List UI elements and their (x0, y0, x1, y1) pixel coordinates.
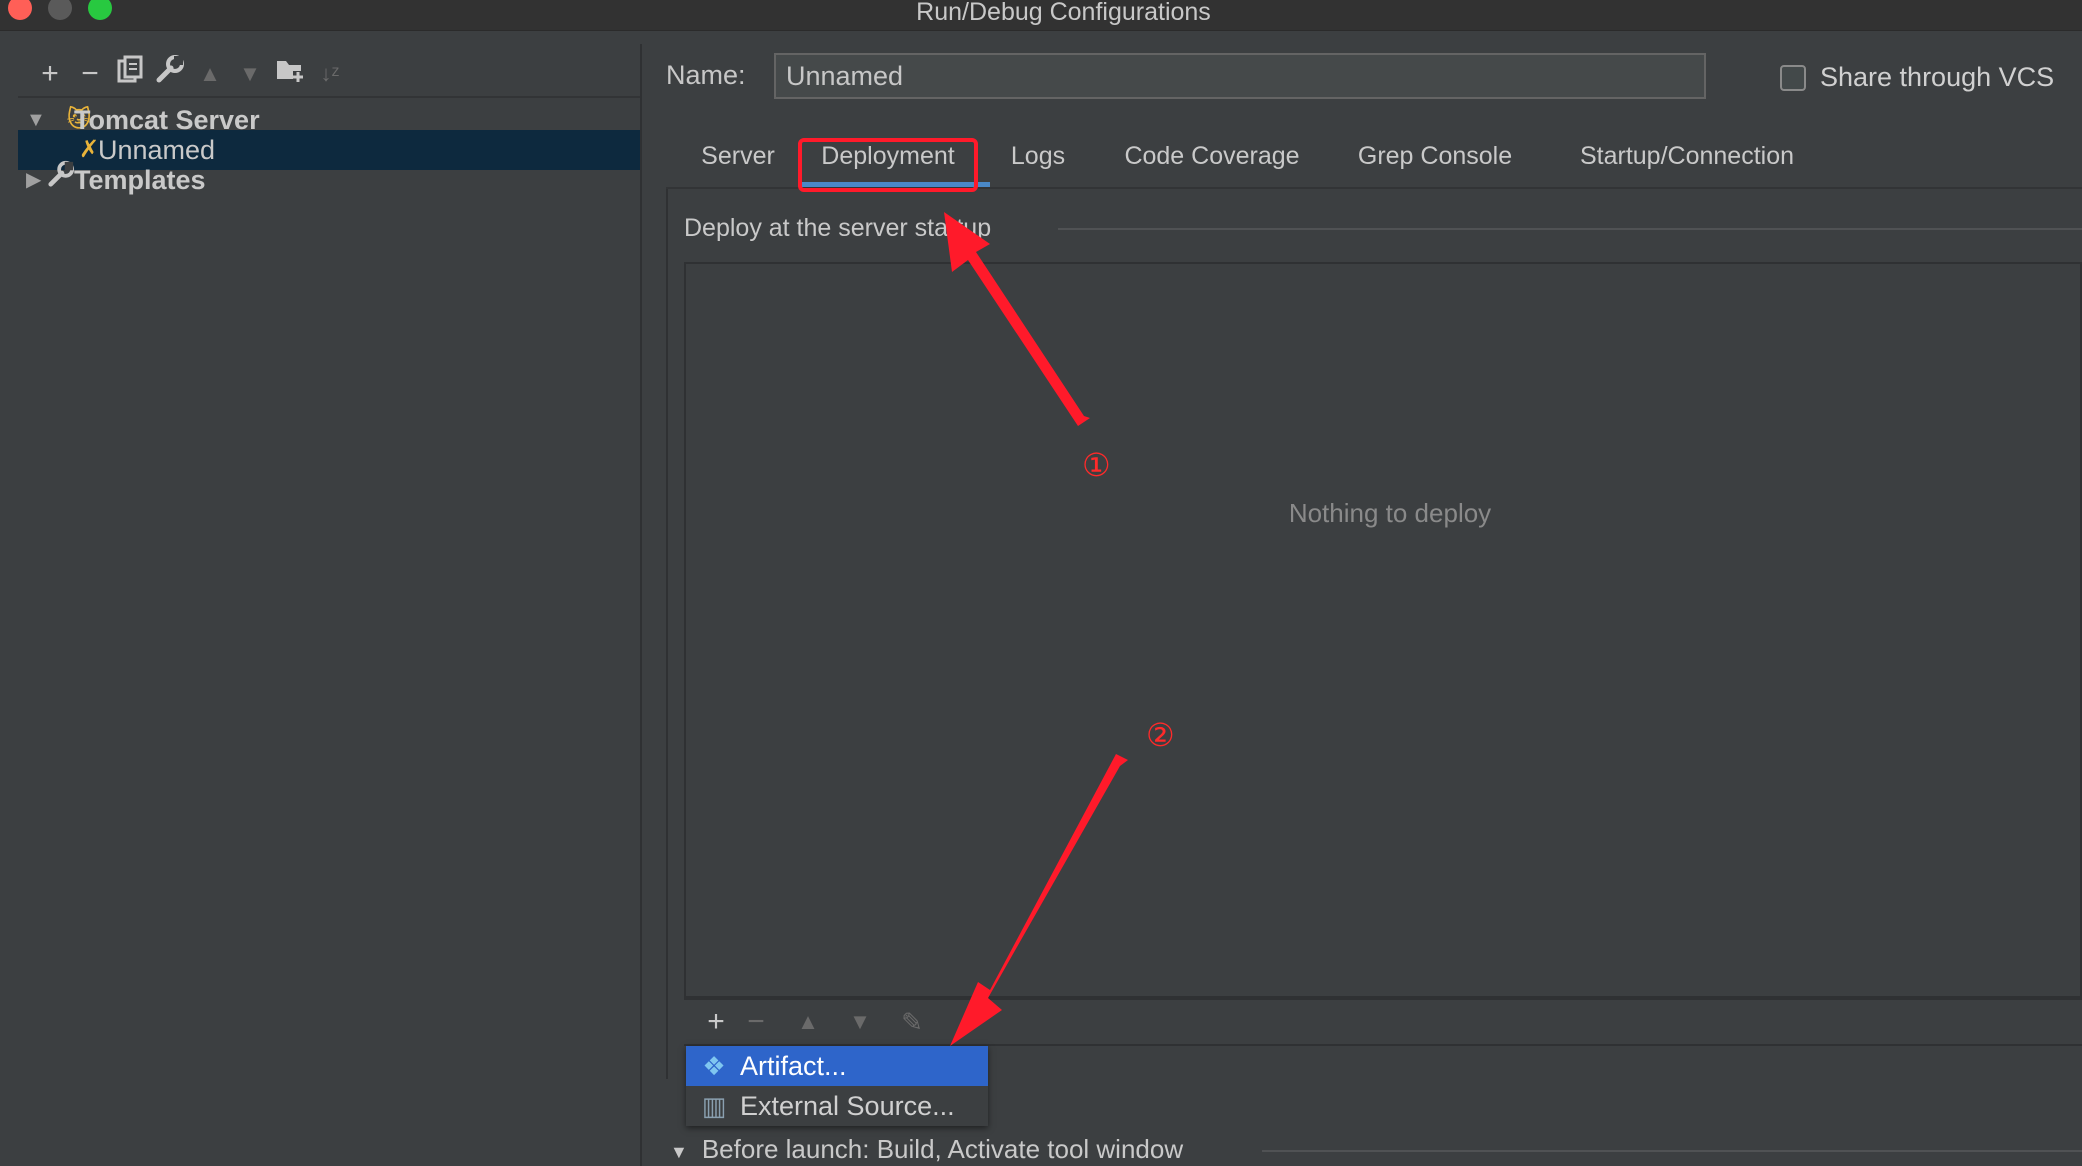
run-debug-configurations-window: Run/Debug Configurations + − ▲ ▼ ↓ᶻ ▼ 🐱 … (0, 0, 2082, 1166)
annotation-arrows (944, 212, 1128, 1046)
step-2-marker: ② (1146, 717, 1175, 753)
arrow-1-icon (944, 212, 1090, 426)
arrow-2-icon (950, 754, 1128, 1046)
step-1-marker: ① (1082, 447, 1111, 483)
